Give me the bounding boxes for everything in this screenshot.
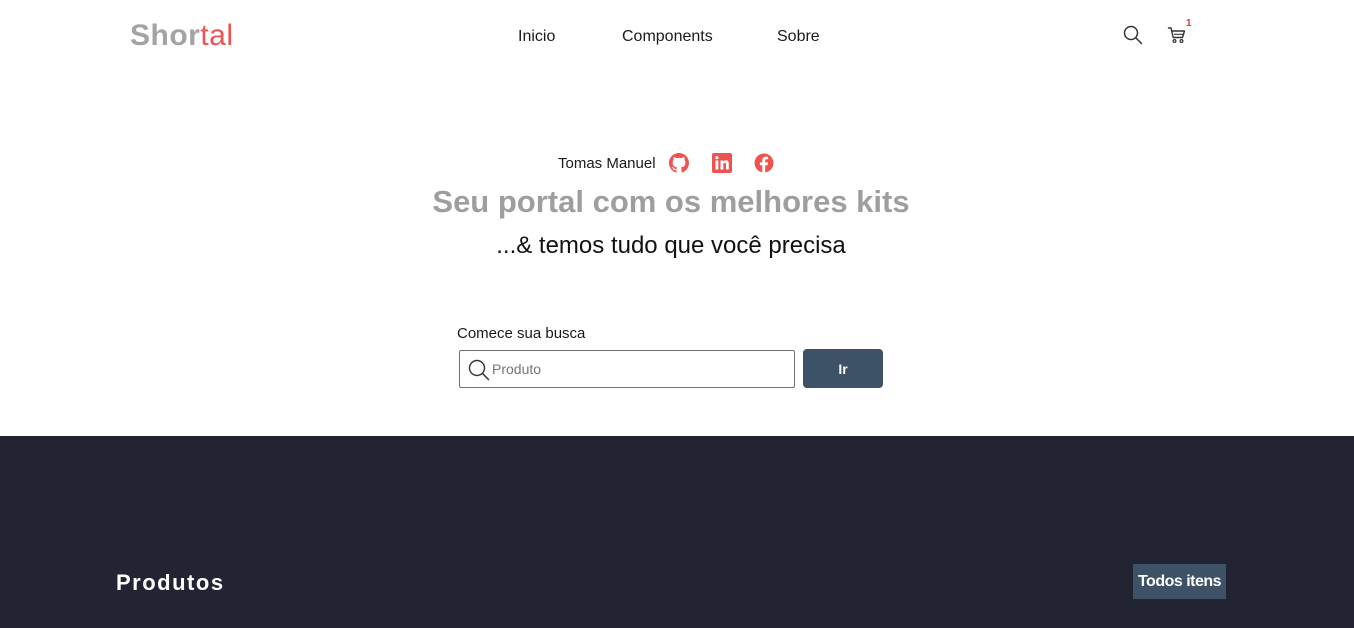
author-row: Tomas Manuel [0, 152, 1354, 176]
search-submit-button[interactable]: Ir [803, 349, 883, 388]
products-section: Produtos Todos itens [0, 436, 1354, 628]
hero-headline: Seu portal com os melhores kits [432, 184, 910, 219]
cart-count-badge: 1 [1186, 18, 1192, 29]
nav-link-components[interactable]: Components [622, 27, 713, 47]
search-input[interactable] [492, 351, 790, 387]
site-header: Shortal Inicio Components Sobre 1 [0, 0, 1354, 72]
all-items-button[interactable]: Todos itens [1133, 564, 1226, 599]
search-icon [468, 359, 490, 381]
nav-link-inicio[interactable]: Inicio [518, 27, 555, 47]
author-name: Tomas Manuel [558, 155, 656, 172]
github-icon[interactable] [668, 152, 690, 174]
products-title: Produtos [116, 570, 225, 595]
main-nav: Inicio Components Sobre [0, 27, 1354, 47]
linkedin-icon[interactable] [711, 152, 733, 174]
cart-icon[interactable] [1166, 24, 1188, 46]
search-field[interactable] [459, 350, 795, 388]
hero-subline: ...& temos tudo que você precisa [496, 232, 846, 259]
search-icon[interactable] [1122, 24, 1144, 46]
facebook-icon[interactable] [753, 152, 775, 174]
search-label: Comece sua busca [457, 325, 586, 342]
nav-link-sobre[interactable]: Sobre [777, 27, 820, 47]
